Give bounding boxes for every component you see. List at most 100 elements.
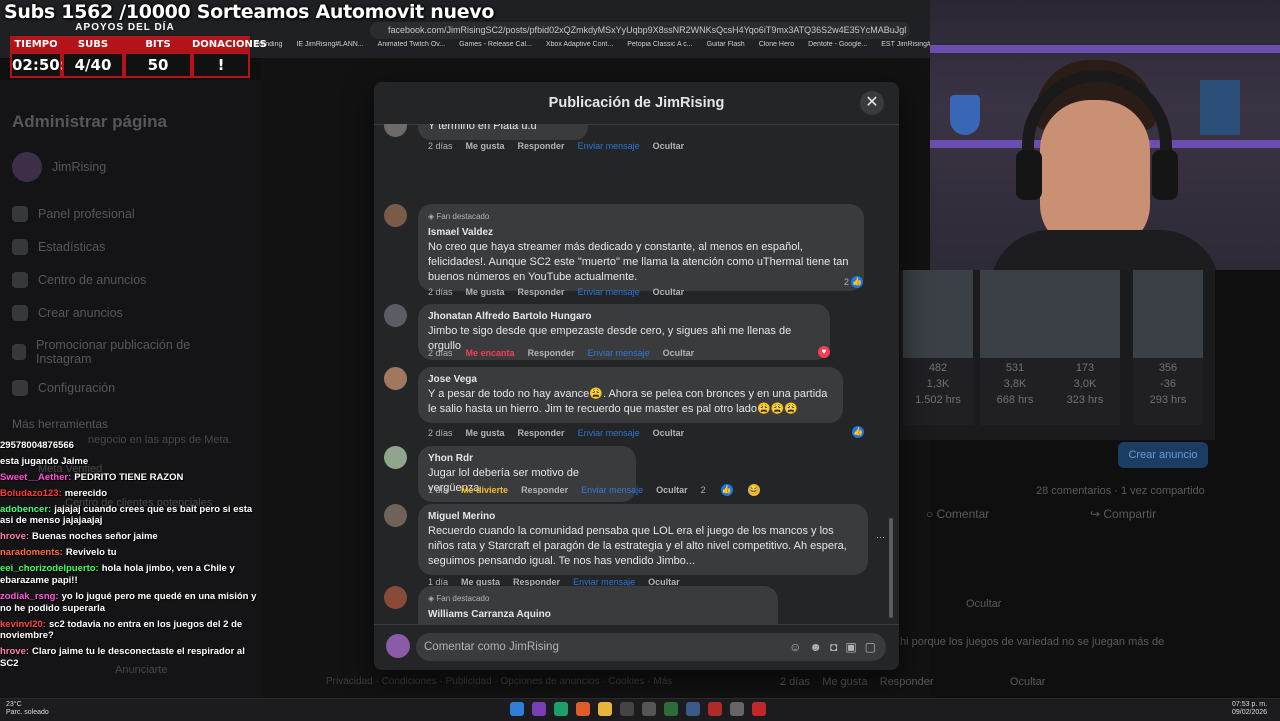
- bookmark-item[interactable]: EST JimRising#LAN...: [881, 41, 930, 55]
- comment-author[interactable]: Yhon Rdr: [428, 451, 626, 466]
- more-options-icon[interactable]: ⋯: [876, 532, 885, 543]
- hide-button[interactable]: Ocultar: [653, 141, 685, 151]
- gif-icon[interactable]: ▣: [845, 633, 856, 661]
- like-button[interactable]: Me divierte: [461, 485, 508, 495]
- more-tools[interactable]: Más herramientas: [12, 417, 108, 431]
- comment-author[interactable]: Jhonatan Alfredo Bartolo Hungaro: [428, 309, 820, 324]
- folder-icon[interactable]: [598, 702, 612, 716]
- comment-avatar[interactable]: [384, 446, 407, 469]
- comment-avatar[interactable]: [384, 367, 407, 390]
- edge-icon[interactable]: [554, 702, 568, 716]
- reply-button[interactable]: Responder: [518, 428, 565, 438]
- comment-author[interactable]: Williams Carranza Aquino: [428, 607, 768, 622]
- reply-button[interactable]: Responder: [521, 485, 568, 495]
- settings-icon[interactable]: [686, 702, 700, 716]
- comment-author[interactable]: Jose Vega: [428, 372, 833, 387]
- bookmark-item[interactable]: Dentofe - Google...: [808, 41, 867, 55]
- comment-author[interactable]: Ismael Valdez: [428, 225, 854, 240]
- bookmark-item[interactable]: Xbox Adaptive Cont...: [546, 41, 613, 55]
- create-ad-button[interactable]: Crear anuncio: [1118, 442, 1208, 468]
- send-message-button[interactable]: Enviar mensaje: [581, 485, 643, 495]
- comment-time[interactable]: 2 días: [428, 348, 453, 358]
- app-icon[interactable]: [664, 702, 678, 716]
- sidebar-item[interactable]: Estadísticas: [12, 239, 222, 255]
- comment-avatar[interactable]: [384, 204, 407, 227]
- page-name-item[interactable]: JimRising: [12, 152, 106, 182]
- hide-button[interactable]: Ocultar: [653, 428, 685, 438]
- bg-hide-2[interactable]: Ocultar: [1010, 676, 1045, 688]
- chat-username[interactable]: Boludazo123:: [0, 488, 62, 499]
- like-button[interactable]: Me gusta: [466, 141, 505, 151]
- modal-scrollbar[interactable]: [889, 518, 893, 618]
- chat-username[interactable]: adobencer:: [0, 504, 51, 515]
- share-action[interactable]: ↪ Compartir: [1090, 507, 1156, 521]
- bg-hide[interactable]: Ocultar: [966, 598, 1001, 610]
- reply-button[interactable]: Responder: [518, 141, 565, 151]
- bookmark-item[interactable]: IE JimRising#LANN...: [296, 41, 363, 55]
- chat-username[interactable]: kevinvl20:: [0, 619, 46, 630]
- chat-username[interactable]: naradoments:: [0, 547, 63, 558]
- sidebar-item[interactable]: Promocionar publicación de Instagram: [12, 338, 222, 366]
- game-card[interactable]: 356 -36 293 hrs: [1133, 270, 1203, 425]
- comment-author[interactable]: Miguel Merino: [428, 509, 858, 524]
- send-message-button[interactable]: Enviar mensaje: [588, 348, 650, 358]
- game-card[interactable]: 173 3,0K 323 hrs: [1050, 270, 1120, 425]
- hide-button[interactable]: Ocultar: [656, 485, 688, 495]
- chat-username[interactable]: zodiak_rsng:: [0, 591, 59, 602]
- weather-widget[interactable]: 23°C Parc. soleado: [6, 701, 49, 717]
- brave-icon[interactable]: [576, 702, 590, 716]
- hide-button[interactable]: Ocultar: [653, 287, 685, 297]
- obs-icon[interactable]: [752, 702, 766, 716]
- game-card[interactable]: 482 1,3K 1.502 hrs: [903, 270, 973, 425]
- send-message-button[interactable]: Enviar mensaje: [578, 428, 640, 438]
- hide-button[interactable]: Ocultar: [663, 348, 695, 358]
- sticker-icon[interactable]: ▢: [865, 633, 876, 661]
- chat-username[interactable]: Sweet__Aether:: [0, 472, 71, 483]
- chat-username[interactable]: 29578004876566: [0, 440, 74, 451]
- avatar-sticker-icon[interactable]: ☺: [789, 633, 801, 661]
- comment-time[interactable]: 2 días: [428, 141, 453, 151]
- chat-username[interactable]: eei_chorizodelpuerto:: [0, 563, 99, 574]
- start-icon[interactable]: [510, 702, 524, 716]
- chat-username[interactable]: hrove:: [0, 646, 29, 657]
- app-icon[interactable]: [708, 702, 722, 716]
- close-icon[interactable]: ✕: [860, 91, 884, 115]
- chat-username[interactable]: hrove:: [0, 531, 29, 542]
- comment-input[interactable]: Comentar como JimRising ☺ ☻ ◘ ▣ ▢: [416, 633, 886, 661]
- like-button[interactable]: Me gusta: [466, 428, 505, 438]
- reply-button[interactable]: Responder: [528, 348, 575, 358]
- comment-time[interactable]: 2 días: [428, 428, 453, 438]
- bookmark-item[interactable]: Guitar Flash: [707, 41, 745, 55]
- sidebar-item[interactable]: Crear anuncios: [12, 305, 222, 321]
- address-bar[interactable]: facebook.com/JimRisingSC2/posts/pfbid02x…: [370, 22, 910, 39]
- game-card[interactable]: 531 3,8K 668 hrs: [980, 270, 1050, 425]
- bookmark-item[interactable]: Clone Hero: [759, 41, 794, 55]
- system-clock[interactable]: 07:53 p. m. 09/02/2026: [1232, 701, 1267, 717]
- sidebar-item[interactable]: Panel profesional: [12, 206, 222, 222]
- send-message-button[interactable]: Enviar mensaje: [578, 141, 640, 151]
- app-icon[interactable]: [730, 702, 744, 716]
- comment-action[interactable]: ○ Comentar: [926, 507, 989, 521]
- camera-icon[interactable]: ◘: [830, 633, 837, 661]
- comment-time[interactable]: 1 día: [428, 485, 448, 495]
- bg-reply[interactable]: Responder: [880, 676, 934, 688]
- comment-avatar[interactable]: [384, 586, 407, 609]
- bookmark-item[interactable]: Games - Release Cal...: [459, 41, 532, 55]
- app-icon[interactable]: [642, 702, 656, 716]
- sidebar-item[interactable]: Configuración: [12, 380, 222, 396]
- comment-avatar[interactable]: [384, 504, 407, 527]
- bg-like[interactable]: Me gusta: [822, 676, 867, 688]
- like-button[interactable]: Me encanta: [466, 348, 515, 358]
- reply-button[interactable]: Responder: [518, 287, 565, 297]
- bookmark-item[interactable]: Petopia Classic A c...: [627, 41, 692, 55]
- send-message-button[interactable]: Enviar mensaje: [578, 287, 640, 297]
- comment-avatar[interactable]: [384, 124, 407, 137]
- sidebar-item[interactable]: Centro de anuncios: [12, 272, 222, 288]
- emoji-icon[interactable]: ☻: [809, 633, 822, 661]
- twitch-icon[interactable]: [532, 702, 546, 716]
- bookmark-item[interactable]: Animated Twitch Ov...: [378, 41, 445, 55]
- app-icon[interactable]: [620, 702, 634, 716]
- comment-avatar[interactable]: [384, 304, 407, 327]
- comment-time[interactable]: 2 días: [428, 287, 453, 297]
- like-button[interactable]: Me gusta: [466, 287, 505, 297]
